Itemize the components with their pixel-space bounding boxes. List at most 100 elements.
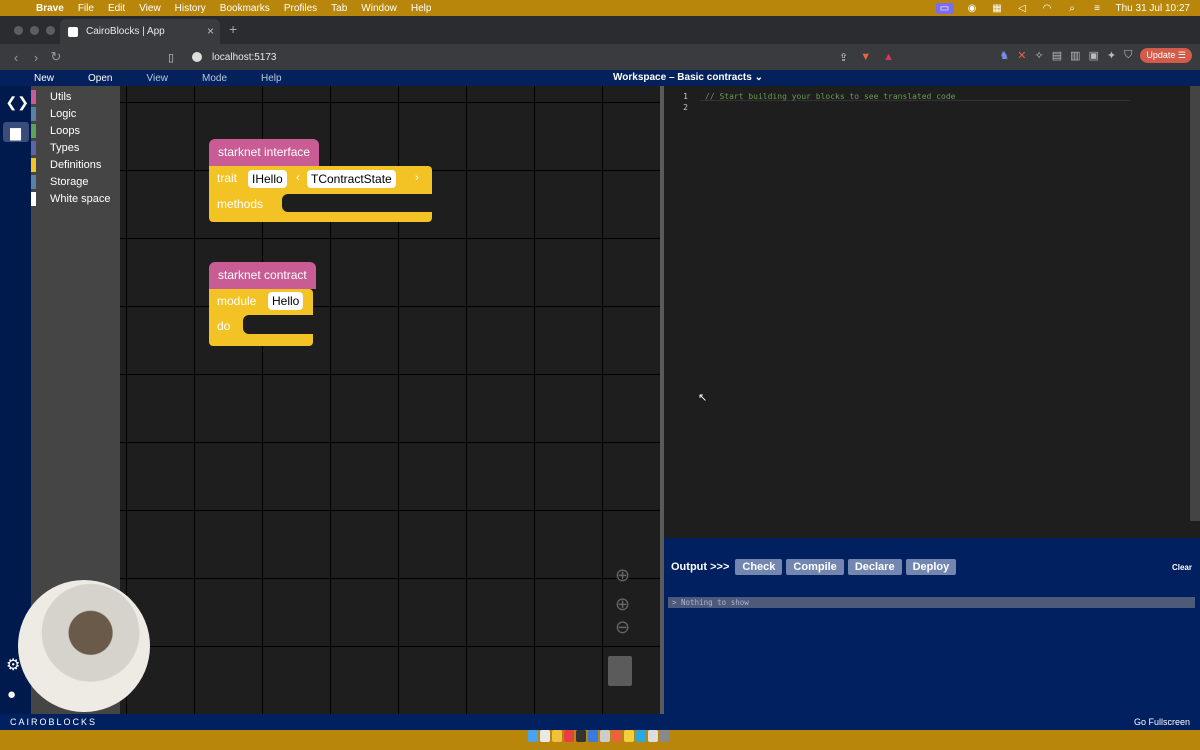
extension-2-icon[interactable]: ✕ [1017,49,1026,62]
blocks-icon[interactable]: ▆ [2,122,29,142]
menu-edit[interactable]: Edit [108,3,125,14]
trash-dock-icon[interactable] [660,730,670,742]
minimize-window-button[interactable] [30,26,39,35]
menu-help[interactable]: Help [411,3,432,14]
calendar-dock-icon[interactable] [564,730,574,742]
back-icon[interactable]: ‹ [6,50,26,65]
leo-icon[interactable]: ✦ [1107,49,1116,62]
blockly-workspace[interactable]: starknet interface trait IHello ‹ TContr… [120,86,660,714]
recenter-icon[interactable]: ⊕ [615,565,630,586]
vscode-icon[interactable] [588,730,598,742]
trash-icon[interactable] [608,656,632,686]
record-icon[interactable]: ◉ [966,3,979,14]
output-toolbar: Output >>> Check Compile Declare Deploy … [664,557,1200,577]
menu-mode[interactable]: Mode [202,73,227,84]
category-color [31,123,36,138]
notes-icon[interactable] [552,730,562,742]
url-text[interactable]: localhost:5173 [212,52,277,63]
go-fullscreen-button[interactable]: Go Fullscreen [1134,717,1190,727]
finder-icon[interactable] [528,730,538,742]
workspace-title: Workspace – Basic contracts [613,72,752,83]
menu-profiles[interactable]: Profiles [284,3,317,14]
menu-tab[interactable]: Tab [331,3,347,14]
deploy-button[interactable]: Deploy [905,559,957,575]
close-window-button[interactable] [14,26,23,35]
extension-icon[interactable]: ♞ [999,49,1009,62]
puzzle-icon[interactable]: ✧ [1034,49,1043,62]
editor-scrollbar[interactable] [1190,86,1200,521]
module-name-field[interactable]: Hello [268,292,304,310]
new-tab-button[interactable]: + [229,21,237,37]
search-icon[interactable]: ⌕ [1066,3,1079,14]
category-definitions[interactable]: Definitions [31,156,120,173]
contract-block-hat[interactable]: starknet contract [209,262,316,289]
extension-3-icon[interactable]: ▤ [1052,49,1062,62]
menu-app-view[interactable]: View [146,73,168,84]
terminal-icon[interactable] [576,730,586,742]
workspace-selector[interactable]: Workspace – Basic contracts ⌄ [613,72,763,83]
user-icon[interactable]: ● [7,686,16,703]
menu-file[interactable]: File [78,3,94,14]
wifi-icon[interactable]: ◠ [1041,3,1054,14]
screen-share-icon[interactable]: ▭ [935,2,954,14]
angle-right-icon: › [415,172,419,184]
mute-icon[interactable]: ◁ [1016,3,1029,14]
menu-bookmarks[interactable]: Bookmarks [220,3,270,14]
zoom-window-button[interactable] [46,26,55,35]
category-types[interactable]: Types [31,139,120,156]
category-storage[interactable]: Storage [31,173,120,190]
bookmark-icon[interactable]: ▯ [168,51,178,64]
zoom-out-icon[interactable]: ⊖ [615,617,630,638]
vpn-icon[interactable]: ⛉ [1124,49,1132,62]
share-icon[interactable]: ⇪ [839,51,848,64]
menu-history[interactable]: History [175,3,206,14]
telegram-icon[interactable] [636,730,646,742]
update-button[interactable]: Update ☰ [1140,48,1192,63]
calendar-icon[interactable]: ▦ [991,3,1004,14]
do-slot[interactable] [243,315,313,334]
forward-icon[interactable]: › [26,50,46,65]
code-file-icon[interactable]: ❮❯ [6,92,29,112]
brave-icon[interactable] [612,730,622,742]
brave-shields-icon[interactable]: ▼ [860,51,871,63]
methods-slot[interactable] [282,194,432,212]
close-tab-icon[interactable]: × [207,24,214,38]
files-icon[interactable] [648,730,658,742]
reload-icon[interactable]: ↻ [46,49,66,65]
address-bar[interactable]: ▯ localhost:5173 ⇪ ▼ ▲ [168,47,908,67]
check-button[interactable]: Check [735,559,783,575]
category-loops[interactable]: Loops [31,122,120,139]
menu-window[interactable]: Window [361,3,397,14]
menu-open[interactable]: Open [88,73,112,84]
control-center-icon[interactable]: ≡ [1091,3,1104,14]
category-utils[interactable]: Utils [31,88,120,105]
tab-strip: CairoBlocks | App × + [0,16,1200,44]
menu-app-help[interactable]: Help [261,73,282,84]
menu-new[interactable]: New [34,73,54,84]
sidebar-icon[interactable]: ▥ [1070,49,1080,62]
menu-view[interactable]: View [139,3,161,14]
brave-rewards-icon[interactable]: ▲ [883,51,894,63]
trait-name-field[interactable]: IHello [248,170,287,188]
compile-button[interactable]: Compile [786,559,844,575]
code-comment[interactable]: // Start building your blocks to see tra… [705,92,955,101]
generic-field[interactable]: TContractState [307,170,396,188]
clock[interactable]: Thu 31 Jul 10:27 [1116,3,1191,14]
declare-button[interactable]: Declare [847,559,902,575]
methods-label: methods [217,197,264,211]
browser-tab[interactable]: CairoBlocks | App × [60,19,220,44]
category-white-space[interactable]: White space [31,190,120,207]
site-info-icon[interactable] [192,52,202,62]
code-editor[interactable]: 1 2 // Start building your blocks to see… [664,86,1200,538]
interface-block-hat[interactable]: starknet interface [209,139,320,166]
toolbar-extensions: ♞ ✕ ✧ ▤ ▥ ▣ ✦ ⛉ Update ☰ [999,48,1192,63]
zoom-in-icon[interactable]: ⊕ [615,594,630,615]
launchpad-icon[interactable] [540,730,550,742]
category-logic[interactable]: Logic [31,105,120,122]
app-2-icon[interactable] [624,730,634,742]
app-icon[interactable] [600,730,610,742]
category-color [31,89,36,104]
app-name-menu[interactable]: Brave [36,3,64,14]
clear-button[interactable]: Clear [1172,563,1192,572]
wallet-icon[interactable]: ▣ [1089,49,1099,62]
